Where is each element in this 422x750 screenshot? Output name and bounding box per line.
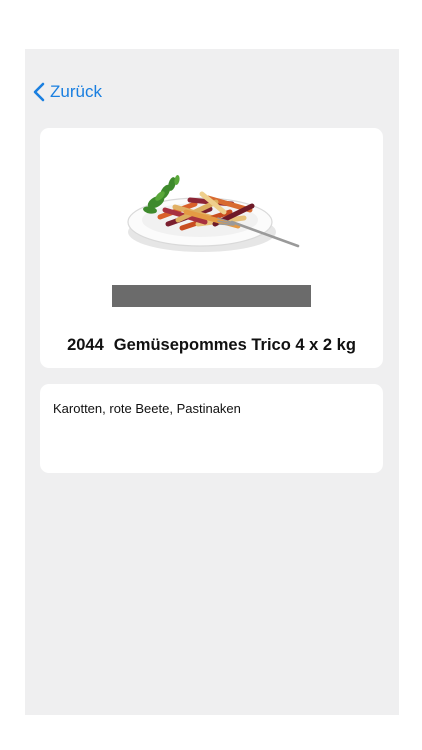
barcode-placeholder bbox=[112, 285, 311, 307]
chevron-left-icon bbox=[33, 82, 45, 102]
product-name: Gemüsepommes Trico 4 x 2 kg bbox=[113, 336, 356, 354]
app-screen: Zurück 2044 Gemüsepommes Trico 4 x 2 kg … bbox=[25, 49, 399, 715]
product-title: 2044 Gemüsepommes Trico 4 x 2 kg bbox=[40, 336, 383, 355]
back-button[interactable]: Zurück bbox=[33, 81, 102, 103]
product-number: 2044 bbox=[67, 336, 104, 354]
back-button-label: Zurück bbox=[50, 82, 102, 101]
product-image bbox=[127, 175, 300, 252]
product-description: Karotten, rote Beete, Pastinaken bbox=[53, 401, 241, 416]
description-card: Karotten, rote Beete, Pastinaken bbox=[40, 384, 383, 473]
product-card: 2044 Gemüsepommes Trico 4 x 2 kg bbox=[40, 128, 383, 368]
